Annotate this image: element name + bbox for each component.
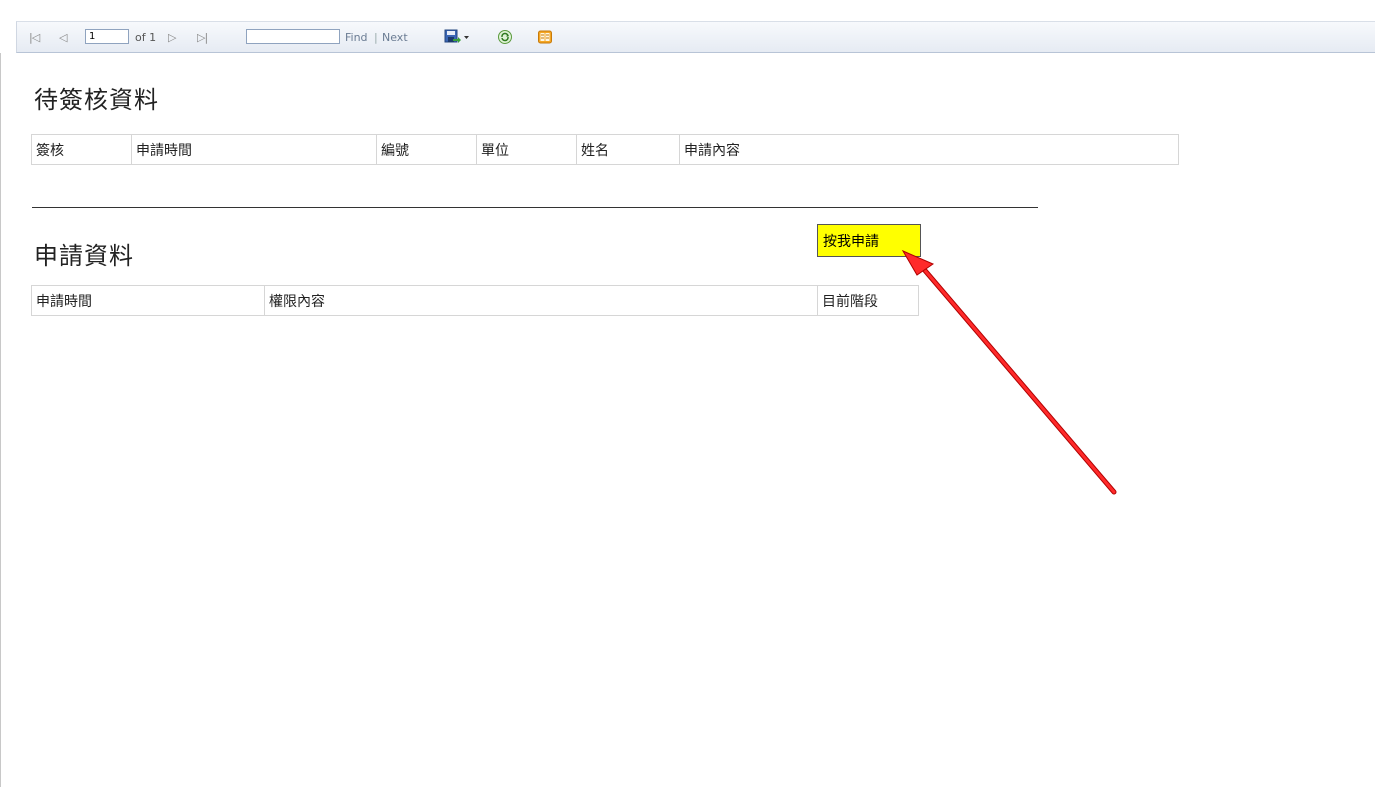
column-header-number: 編號 (376, 134, 477, 165)
last-page-icon[interactable]: ▷| (197, 22, 208, 52)
print-layout-icon[interactable] (537, 22, 553, 52)
page-number-input[interactable] (85, 29, 129, 44)
column-header-apply-time: 申請時間 (131, 134, 377, 165)
report-viewer-toolbar: |◁ ◁ of 1 ▷ ▷| Find | Next (16, 21, 1375, 53)
table-header-row: 申請時間 權限內容 目前階段 (31, 285, 919, 316)
apply-section-title: 申請資料 (34, 242, 134, 270)
left-border (0, 53, 1, 787)
find-input[interactable] (246, 29, 340, 44)
apply-table: 申請時間 權限內容 目前階段 (31, 285, 919, 316)
export-save-icon[interactable] (444, 22, 470, 52)
column-header-name: 姓名 (576, 134, 680, 165)
column-header-permission-content: 權限內容 (264, 285, 818, 316)
column-header-content: 申請內容 (679, 134, 1179, 165)
refresh-icon[interactable] (497, 22, 513, 52)
find-link[interactable]: Find (345, 22, 368, 52)
first-page-icon[interactable]: |◁ (29, 22, 40, 52)
next-page-icon[interactable]: ▷ (168, 22, 177, 52)
section-divider (32, 207, 1038, 208)
table-header-row: 簽核 申請時間 編號 單位 姓名 申請內容 (31, 134, 1179, 165)
prev-page-icon[interactable]: ◁ (59, 22, 68, 52)
column-header-unit: 單位 (476, 134, 577, 165)
column-header-apply-time: 申請時間 (31, 285, 265, 316)
pending-section-title: 待簽核資料 (34, 86, 159, 114)
find-next-link[interactable]: Next (382, 22, 408, 52)
column-header-current-stage: 目前階段 (817, 285, 919, 316)
pending-table: 簽核 申請時間 編號 單位 姓名 申請內容 (31, 134, 1179, 165)
column-header-approve: 簽核 (31, 134, 132, 165)
annotation-arrow (901, 249, 1117, 495)
page-count-label: of 1 (135, 30, 157, 44)
find-separator: | (374, 30, 378, 44)
apply-button[interactable]: 按我申請 (817, 224, 921, 257)
